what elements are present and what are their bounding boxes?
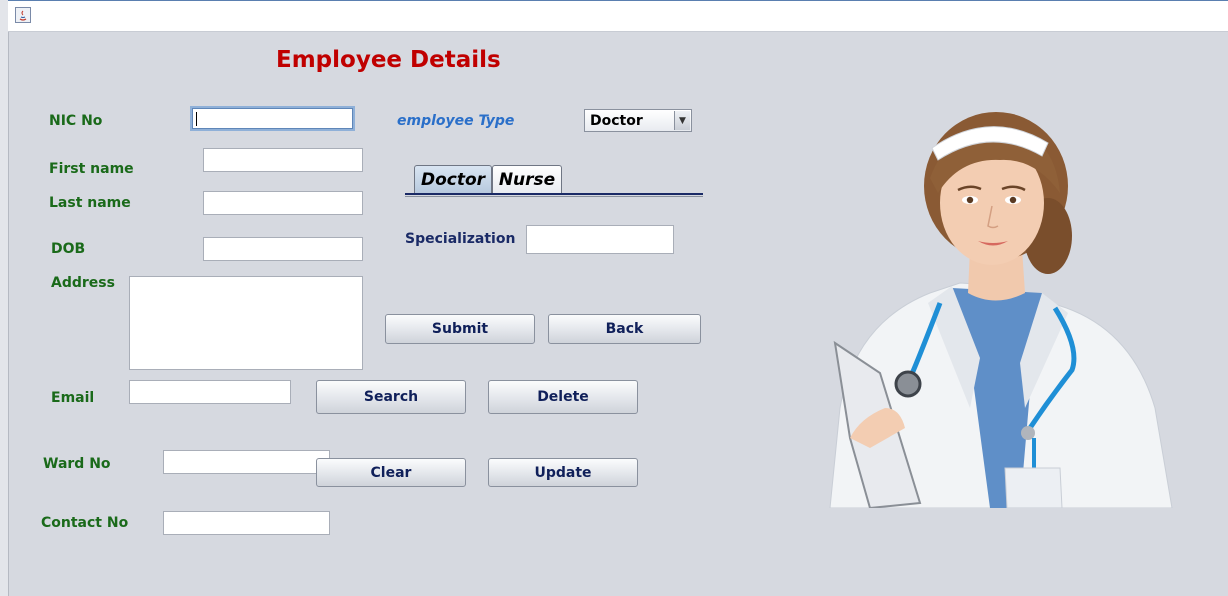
tab-strip-divider: [405, 193, 703, 195]
clear-button[interactable]: Clear: [316, 458, 466, 487]
back-button[interactable]: Back: [548, 314, 701, 344]
chevron-down-icon[interactable]: ▼: [674, 111, 690, 130]
update-button[interactable]: Update: [488, 458, 638, 487]
last-name-label: Last name: [49, 195, 131, 211]
first-name-input[interactable]: [203, 148, 363, 172]
dob-label: DOB: [51, 241, 86, 257]
doctor-image: [829, 112, 1173, 508]
tab-nurse[interactable]: Nurse: [492, 165, 562, 193]
contact-no-input[interactable]: [163, 511, 330, 535]
tab-strip-divider-shadow: [405, 196, 703, 197]
employee-type-value: Doctor: [590, 113, 643, 129]
dob-input[interactable]: [203, 237, 363, 261]
window-left-edge: [0, 0, 9, 596]
address-textarea[interactable]: [129, 276, 363, 370]
email-label: Email: [51, 390, 95, 406]
nic-input[interactable]: [190, 106, 355, 131]
employee-type-select[interactable]: Doctor ▼: [584, 109, 692, 132]
title-bar: [8, 0, 1228, 32]
first-name-label: First name: [49, 161, 134, 177]
contact-no-label: Contact No: [41, 515, 129, 531]
java-app-icon: [15, 7, 31, 23]
tab-doctor[interactable]: Doctor: [414, 165, 492, 193]
specialization-input[interactable]: [526, 225, 674, 254]
delete-button[interactable]: Delete: [488, 380, 638, 414]
ward-no-label: Ward No: [43, 456, 111, 472]
last-name-input[interactable]: [203, 191, 363, 215]
specialization-label: Specialization: [405, 231, 516, 247]
address-label: Address: [51, 275, 115, 291]
page-title: Employee Details: [276, 47, 501, 73]
ward-no-input[interactable]: [163, 450, 330, 474]
submit-button[interactable]: Submit: [385, 314, 535, 344]
search-button[interactable]: Search: [316, 380, 466, 414]
email-input[interactable]: [129, 380, 291, 404]
employee-type-label: employee Type: [397, 113, 515, 129]
nic-label: NIC No: [49, 113, 103, 129]
text-caret: [196, 112, 197, 126]
